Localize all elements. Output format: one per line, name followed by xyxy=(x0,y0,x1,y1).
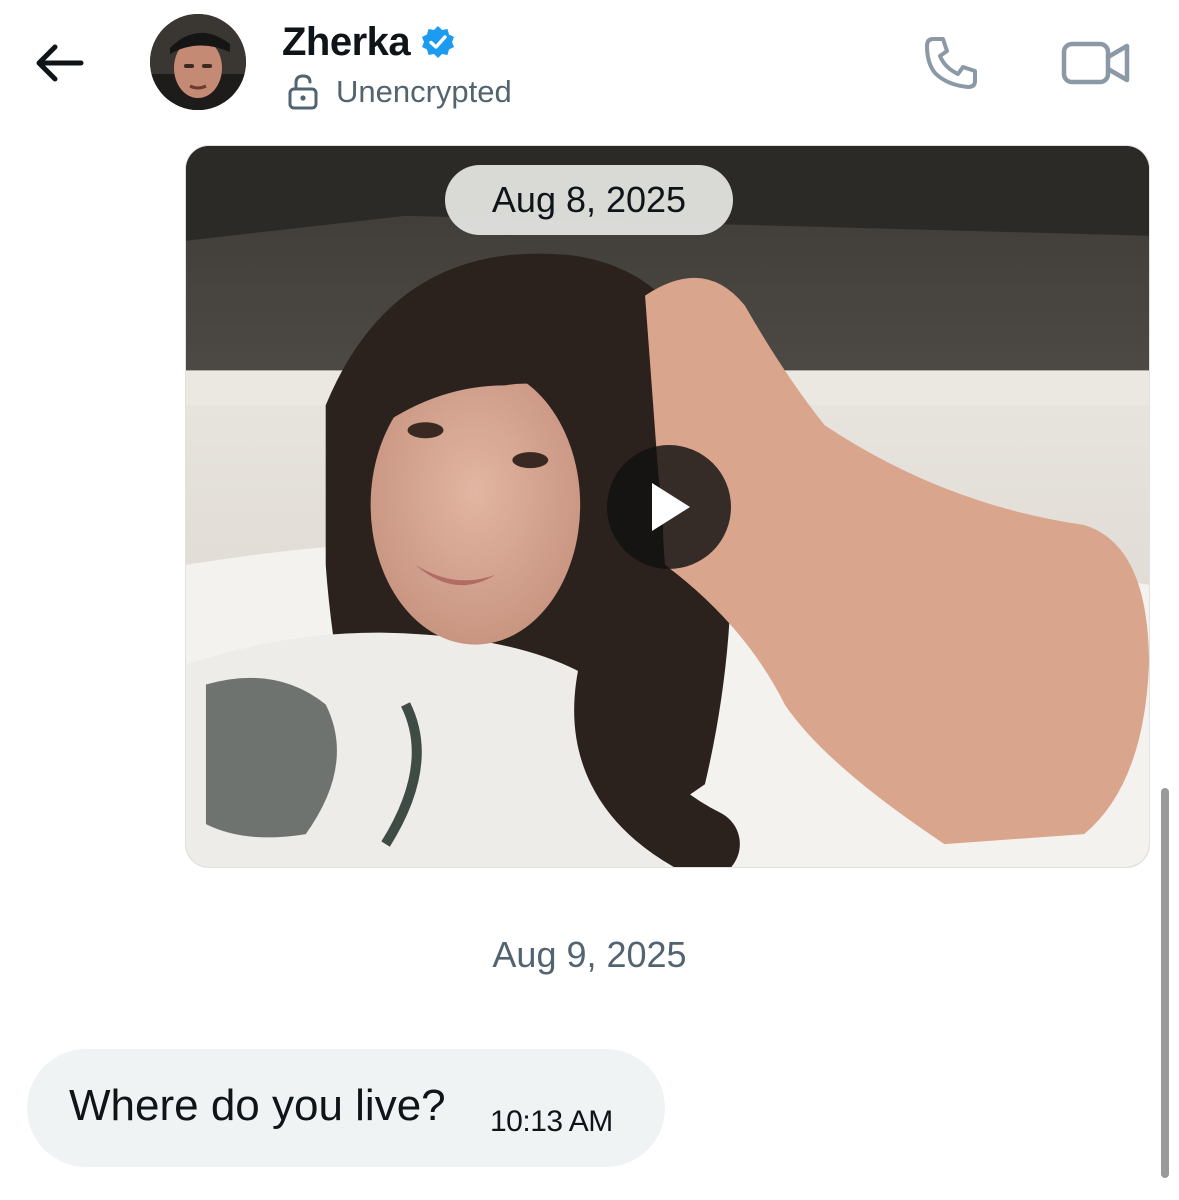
unlocked-padlock-icon xyxy=(288,74,318,110)
encryption-label: Unencrypted xyxy=(336,74,512,109)
encryption-status: Unencrypted xyxy=(286,70,512,114)
scrollbar-thumb[interactable] xyxy=(1161,788,1169,1178)
verified-badge-icon xyxy=(420,24,456,60)
phone-icon xyxy=(925,37,977,89)
avatar-image xyxy=(150,14,246,110)
date-label-aug-8: Aug 8, 2025 xyxy=(445,165,733,235)
message-timestamp: 10:13 AM xyxy=(490,1105,613,1138)
back-button[interactable] xyxy=(26,34,90,92)
avatar[interactable] xyxy=(150,14,246,110)
play-button[interactable] xyxy=(607,445,731,569)
incoming-message-bubble[interactable]: Where do you live? 10:13 AM xyxy=(27,1049,665,1167)
contact-name: Zherka xyxy=(282,19,411,64)
date-separator: Aug 9, 2025 xyxy=(492,934,687,975)
video-camera-icon xyxy=(1061,41,1130,85)
video-call-button[interactable] xyxy=(1056,30,1136,96)
contact-name-row[interactable]: Zherka xyxy=(282,16,456,68)
video-message[interactable] xyxy=(185,145,1150,868)
audio-call-button[interactable] xyxy=(918,30,984,96)
play-icon xyxy=(652,483,690,531)
back-arrow-icon xyxy=(36,44,84,82)
message-text: Where do you live? xyxy=(69,1081,446,1130)
